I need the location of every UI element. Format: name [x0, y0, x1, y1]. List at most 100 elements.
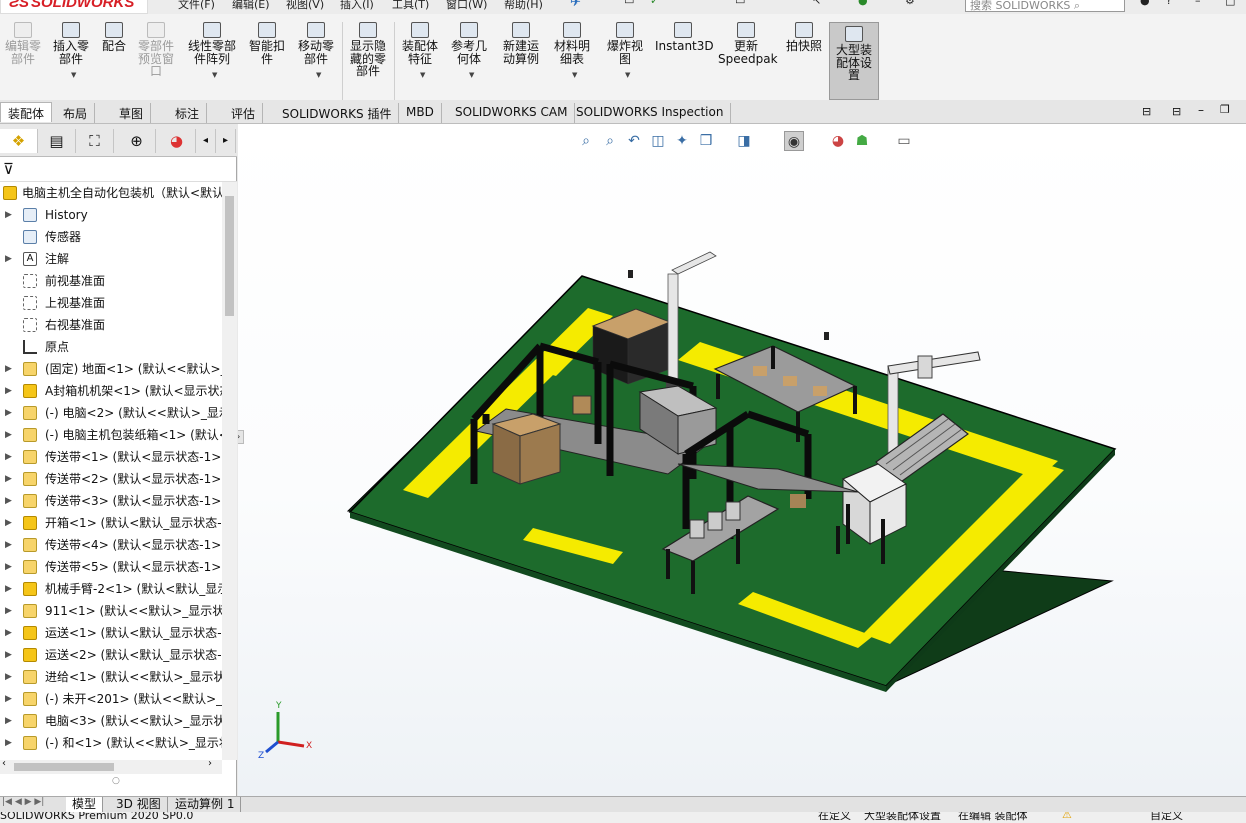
expand-arrow-icon[interactable]: ▶ — [5, 248, 12, 270]
insert-component-button[interactable]: 插入零 部件 ▼ — [49, 22, 93, 79]
assembly-feature-button[interactable]: 装配体 特征 ▼ — [398, 22, 442, 79]
chevron-down-icon[interactable]: ▼ — [71, 69, 76, 82]
tree-item[interactable]: ▶ 911<1> (默认<<默认>_显示状态 — [0, 600, 222, 622]
tree-item[interactable]: 上视基准面 — [0, 292, 222, 314]
display-manager-tab-icon[interactable]: ◕ — [158, 129, 196, 153]
configuration-manager-tab-icon[interactable]: ⛶ — [76, 129, 114, 153]
rebuild-warning-icon[interactable]: ⚠ — [1062, 812, 1072, 823]
smart-fastener-button[interactable]: 智能扣 件 — [246, 22, 288, 65]
exploded-view-button[interactable]: 爆炸视 图 ▼ — [602, 22, 648, 79]
expand-arrow-icon[interactable]: ▶ — [5, 622, 12, 644]
tree-item[interactable]: ▶ 进给<1> (默认<<默认>_显示状 — [0, 666, 222, 688]
status-large-assembly[interactable]: 大型装配体设置 — [864, 812, 941, 823]
tree-item[interactable]: ▶ 开箱<1> (默认<默认_显示状态- — [0, 512, 222, 534]
expand-arrow-icon[interactable]: ▶ — [5, 688, 12, 710]
panel-collapse-handle[interactable]: › — [238, 430, 244, 444]
tree-item[interactable]: 右视基准面 — [0, 314, 222, 336]
graphics-area[interactable]: ⌕ ⌕ ↶ ◫ ✦ ❒ ◨ ◉ ◕ ☗ ▭ Y X Z — [238, 124, 1246, 796]
tree-item[interactable]: ▶ 运送<2> (默认<默认_显示状态- — [0, 644, 222, 666]
expand-arrow-icon[interactable]: ▶ — [5, 512, 12, 534]
tab-evaluate[interactable]: 评估 — [224, 103, 264, 123]
restore-doc-icon[interactable]: ❐ — [1220, 103, 1230, 116]
expand-arrow-icon[interactable]: ▶ — [5, 666, 12, 688]
edit-component-button[interactable]: 编辑零 部件 — [2, 22, 44, 65]
scroll-left-icon[interactable]: ‹ — [2, 758, 6, 769]
tree-item[interactable]: ▶ History — [0, 204, 222, 226]
linear-pattern-button[interactable]: 线性零部 件阵列 ▼ — [184, 22, 240, 79]
tree-item[interactable]: ▶ 机械手臂-2<1> (默认<默认_显示 — [0, 578, 222, 600]
move-component-button[interactable]: 移动零 部件 ▼ — [294, 22, 338, 79]
tree-item[interactable]: ▶ 传送带<2> (默认<显示状态-1>) — [0, 468, 222, 490]
property-manager-tab-icon[interactable]: ▤ — [38, 129, 76, 153]
rebuild-icon[interactable]: ✓ — [650, 0, 659, 7]
expand-arrow-icon[interactable]: ▶ — [5, 424, 12, 446]
reference-geometry-button[interactable]: 参考几 何体 ▼ — [447, 22, 491, 79]
collapse-left-icon[interactable]: ⊟ — [1142, 105, 1151, 118]
component-preview-button[interactable]: 零部件 预览窗 口 — [134, 22, 178, 78]
tree-item[interactable]: 前视基准面 — [0, 270, 222, 292]
scroll-right-icon[interactable]: › — [208, 758, 212, 769]
chevron-down-icon[interactable]: ▼ — [212, 69, 217, 82]
menu-help[interactable]: 帮助(H) — [504, 0, 543, 12]
chevron-down-icon[interactable]: ▼ — [469, 69, 474, 82]
splitter-handle[interactable]: ○ — [112, 776, 120, 786]
minimize-doc-icon[interactable]: – — [1198, 103, 1204, 117]
solidworks-logo[interactable]: ƧS SOLIDWORKS — [0, 0, 148, 14]
expand-arrow-icon[interactable]: ▶ — [5, 490, 12, 512]
menu-window[interactable]: 窗口(W) — [446, 0, 487, 12]
scroll-thumb[interactable] — [14, 763, 114, 771]
tree-filter[interactable]: ⊽ — [0, 158, 237, 182]
dimxpert-tab-icon[interactable]: ⊕ — [118, 129, 156, 153]
tree-vertical-scrollbar[interactable] — [222, 182, 237, 760]
tab-mbd[interactable]: MBD — [399, 103, 442, 123]
help-icon[interactable]: ? — [1166, 0, 1172, 7]
expand-arrow-icon[interactable]: ▶ — [5, 380, 12, 402]
traffic-light-icon[interactable]: ● — [858, 0, 868, 7]
expand-arrow-icon[interactable]: ▶ — [5, 204, 12, 226]
tree-horizontal-scrollbar[interactable]: ‹ › — [0, 758, 222, 774]
tab-motion-study[interactable]: 运动算例 1 — [169, 797, 242, 812]
expand-arrow-icon[interactable]: ▶ — [5, 600, 12, 622]
expand-arrow-icon[interactable]: ▶ — [5, 446, 12, 468]
tree-item[interactable]: 原点 — [0, 336, 222, 358]
tab-markup[interactable]: 标注 — [168, 103, 208, 123]
tab-solidworks-cam[interactable]: SOLIDWORKS CAM — [448, 103, 576, 123]
tree-item[interactable]: ▶ 传送带<4> (默认<显示状态-1>) — [0, 534, 222, 556]
tab-layout[interactable]: 布局 — [56, 103, 96, 123]
feature-tree-tab-icon[interactable]: ❖ — [0, 129, 38, 153]
tab-assembly[interactable]: 装配体 — [0, 102, 53, 122]
filter-icon[interactable]: ⊽ — [3, 160, 14, 178]
panel-tab-next-icon[interactable]: ▸ — [216, 129, 236, 153]
panel-tab-prev-icon[interactable]: ◂ — [196, 129, 216, 153]
tree-item[interactable]: ▶ (-) 电脑<2> (默认<<默认>_显示 — [0, 402, 222, 424]
menu-insert[interactable]: 插入(I) — [340, 0, 374, 12]
tab-nav-arrows-icon[interactable]: |◀ ◀ ▶ ▶| — [2, 797, 44, 807]
expand-arrow-icon[interactable]: ▶ — [5, 534, 12, 556]
scroll-thumb[interactable] — [225, 196, 234, 316]
update-speedpak-button[interactable]: 更新 Speedpak — [718, 22, 778, 65]
assembly-model[interactable]: Y X Z — [238, 124, 1246, 796]
expand-arrow-icon[interactable]: ▶ — [5, 402, 12, 424]
mate-button[interactable]: 配合 — [98, 22, 130, 53]
tab-model[interactable]: 模型 — [66, 797, 104, 812]
chevron-down-icon[interactable]: ▼ — [420, 69, 425, 82]
expand-arrow-icon[interactable]: ▶ — [5, 732, 12, 754]
expand-arrow-icon[interactable]: ▶ — [5, 710, 12, 732]
status-units[interactable]: 自定义 — [1150, 812, 1183, 823]
select-cursor-icon[interactable]: ↖ — [812, 0, 821, 7]
tree-item[interactable]: ▶ (-) 未开<201> (默认<<默认>_显 — [0, 688, 222, 710]
menu-edit[interactable]: 编辑(E) — [232, 0, 270, 12]
minimize-icon[interactable]: – — [1195, 0, 1201, 7]
instant3d-button[interactable]: Instant3D — [655, 22, 714, 53]
new-file-icon[interactable]: ▭ — [624, 0, 634, 7]
expand-arrow-icon[interactable]: ▶ — [5, 578, 12, 600]
show-hidden-button[interactable]: 显示隐 藏的零 部件 — [345, 22, 391, 78]
tree-item[interactable]: ▶ (-) 和<1> (默认<<默认>_显示状 — [0, 732, 222, 754]
chevron-down-icon[interactable]: ▼ — [572, 69, 577, 82]
tree-item[interactable]: ▶ 传送带<3> (默认<显示状态-1>) — [0, 490, 222, 512]
tree-item[interactable]: ▶ (-) 电脑主机包装纸箱<1> (默认< — [0, 424, 222, 446]
tree-item[interactable]: ▶ 运送<1> (默认<默认_显示状态- — [0, 622, 222, 644]
tree-item[interactable]: ▶ 传送带<5> (默认<显示状态-1>) — [0, 556, 222, 578]
expand-arrow-icon[interactable]: ▶ — [5, 468, 12, 490]
collapse-right-icon[interactable]: ⊟ — [1172, 105, 1181, 118]
